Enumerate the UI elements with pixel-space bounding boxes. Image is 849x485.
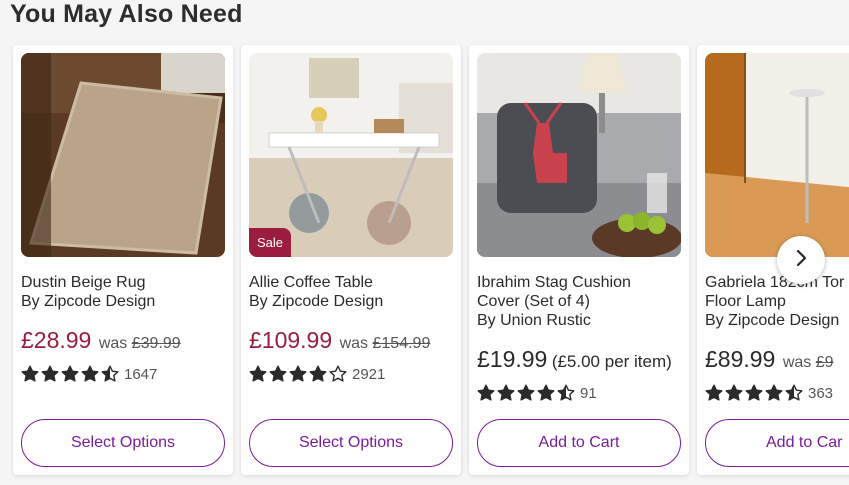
product-image[interactable]: Sale xyxy=(249,53,453,257)
product-card[interactable]: Dustin Beige Rug By Zipcode Design £28.9… xyxy=(13,45,233,475)
price-row: £28.99 was £39.99 xyxy=(21,327,181,354)
was-price: £39.99 xyxy=(131,335,181,352)
was-price: £154.99 xyxy=(372,335,431,352)
rating[interactable]: 363 xyxy=(705,384,833,402)
add-to-cart-button[interactable]: Add to Car xyxy=(705,419,849,467)
review-count: 2921 xyxy=(352,365,386,383)
was-label: was xyxy=(98,335,128,352)
product-image[interactable] xyxy=(477,53,681,257)
star-icon xyxy=(765,384,783,401)
star-icon xyxy=(517,384,535,401)
per-item-price: (£5.00 per item) xyxy=(551,352,672,371)
star-icon xyxy=(81,365,99,382)
star-icon xyxy=(329,365,347,382)
star-rating xyxy=(21,365,119,383)
star-icon xyxy=(249,365,267,382)
product-card[interactable]: Sale Allie Coffee Table By Zipcode Desig… xyxy=(241,45,461,475)
price: £19.99 xyxy=(477,346,548,372)
price-row: £19.99 (£5.00 per item) xyxy=(477,346,672,373)
star-icon xyxy=(289,365,307,382)
product-title[interactable]: Dustin Beige Rug By Zipcode Design xyxy=(21,273,231,311)
star-icon xyxy=(705,384,723,401)
product-title[interactable]: Gabriela 182cm Tor Floor Lamp By Zipcode… xyxy=(705,273,849,330)
rating[interactable]: 1647 xyxy=(21,365,157,383)
review-count: 363 xyxy=(808,384,834,402)
sale-badge: Sale xyxy=(249,228,292,257)
carousel-next-button[interactable] xyxy=(777,236,825,284)
rating[interactable]: 2921 xyxy=(249,365,385,383)
star-rating xyxy=(705,384,803,402)
star-icon xyxy=(21,365,39,382)
product-card[interactable]: Gabriela 182cm Tor Floor Lamp By Zipcode… xyxy=(697,45,849,475)
star-icon xyxy=(269,365,287,382)
select-options-button[interactable]: Select Options xyxy=(249,419,453,467)
star-icon xyxy=(61,365,79,382)
product-image[interactable] xyxy=(21,53,225,257)
was-label: was xyxy=(782,354,812,371)
price: £89.99 xyxy=(705,346,776,372)
chevron-right-icon xyxy=(792,249,810,272)
star-icon xyxy=(497,384,515,401)
select-options-button[interactable]: Select Options xyxy=(21,419,225,467)
product-title[interactable]: Ibrahim Stag Cushion Cover (Set of 4) By… xyxy=(477,273,687,330)
star-icon xyxy=(309,365,327,382)
rating[interactable]: 91 xyxy=(477,384,597,402)
star-icon xyxy=(725,384,743,401)
sale-price: £109.99 xyxy=(249,327,333,353)
star-icon xyxy=(537,384,555,401)
product-carousel: Dustin Beige Rug By Zipcode Design £28.9… xyxy=(0,44,849,485)
star-icon xyxy=(557,384,575,401)
star-rating xyxy=(249,365,347,383)
add-to-cart-button[interactable]: Add to Cart xyxy=(477,419,681,467)
product-image[interactable] xyxy=(705,53,849,257)
was-price: £9 xyxy=(815,354,834,371)
sale-price: £28.99 xyxy=(21,327,92,353)
review-count: 91 xyxy=(580,384,597,402)
price-row: £89.99 was £9 xyxy=(705,346,834,373)
star-icon xyxy=(785,384,803,401)
star-icon xyxy=(41,365,59,382)
star-icon xyxy=(745,384,763,401)
was-label: was xyxy=(339,335,369,352)
star-rating xyxy=(477,384,575,402)
price-row: £109.99 was £154.99 xyxy=(249,327,430,354)
section-title: You May Also Need xyxy=(10,0,243,28)
star-icon xyxy=(101,365,119,382)
product-card[interactable]: Ibrahim Stag Cushion Cover (Set of 4) By… xyxy=(469,45,689,475)
review-count: 1647 xyxy=(124,365,158,383)
star-icon xyxy=(477,384,495,401)
product-title[interactable]: Allie Coffee Table By Zipcode Design xyxy=(249,273,459,311)
